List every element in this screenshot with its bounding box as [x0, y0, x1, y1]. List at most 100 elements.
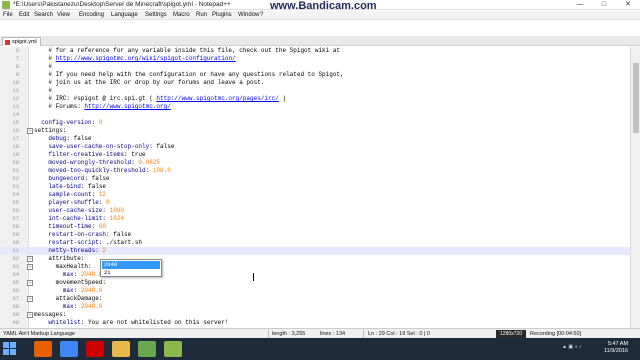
line-number: 40 [12, 319, 19, 326]
url-link[interactable]: http://www.spigotmc.org/pages/irc/ [156, 95, 278, 102]
taskbar-clock[interactable]: 5:47 AM 11/9/2016 [604, 341, 628, 355]
line-code: whitelist: You are not whitelisted on th… [34, 319, 229, 326]
url-link[interactable]: http://www.spigotmc.org/wiki/spigot-conf… [56, 55, 236, 62]
line-number: 29 [12, 231, 19, 238]
line-code: int-cache-limit: 1024 [34, 215, 125, 222]
maximize-button[interactable]: □ [592, 0, 616, 10]
code-line[interactable]: 38 max: 2048.0 [0, 303, 630, 311]
menu-encoding-item[interactable]: Encoding [79, 12, 104, 18]
line-number: 19 [12, 151, 19, 158]
line-number: 25 [12, 199, 19, 206]
record-icon[interactable] [86, 341, 104, 357]
code-line[interactable]: 14 [0, 111, 630, 119]
code-line[interactable]: 22 bungeecord: false [0, 175, 630, 183]
code-line[interactable]: 13 # Forums: http://www.spigotmc.org/ [0, 103, 630, 111]
code-line[interactable]: 12 # IRC: #spigot @ irc.spi.gt ( http://… [0, 95, 630, 103]
line-code: timeout-time: 60 [34, 223, 107, 230]
menu-edit-item[interactable]: Edit [19, 12, 29, 18]
code-line[interactable]: 16 − settings: [0, 127, 630, 135]
autocomplete-option[interactable]: 2048 [102, 261, 160, 269]
menu-file-item[interactable]: File [3, 12, 13, 18]
minimize-button[interactable]: — [568, 0, 592, 10]
line-number: 33 [12, 263, 19, 270]
code-line[interactable]: 9 # If you need help with the configurat… [0, 71, 630, 79]
code-line[interactable]: 20 moved-wrongly-threshold: 0.0625 [0, 159, 630, 167]
url-link[interactable]: http://www.spigotmc.org/ [84, 103, 170, 110]
line-code: filter-creative-items: true [34, 151, 146, 158]
notepad-plus-icon [2, 1, 10, 9]
line-code: player-shuffle: 0 [34, 199, 110, 206]
clock-time: 5:47 AM [607, 341, 629, 347]
code-line[interactable]: 33 − maxHealth: [0, 263, 630, 271]
code-line[interactable]: 19 filter-creative-items: true [0, 151, 630, 159]
code-line[interactable]: 30 restart-script: ./start.sh [0, 239, 630, 247]
line-code: debug: false [34, 135, 92, 142]
code-line[interactable]: 18 save-user-cache-on-stop-only: false [0, 143, 630, 151]
notepad-icon[interactable] [164, 341, 182, 357]
code-line[interactable]: 10 # join us at the IRC or drop by our f… [0, 79, 630, 87]
tray-icons[interactable]: ▲ ▣ ◖ ♪ [562, 344, 581, 350]
code-line[interactable]: 6 # for a reference for any variable ins… [0, 47, 630, 55]
code-line[interactable]: 28 timeout-time: 60 [0, 223, 630, 231]
fold-toggle-icon[interactable]: − [27, 264, 33, 270]
code-line[interactable]: 23 late-bind: false [0, 183, 630, 191]
menu-plugins-item[interactable]: Plugins [212, 12, 232, 18]
line-number: 14 [12, 111, 19, 118]
code-line[interactable]: 34 max: 2048.0 [0, 271, 630, 279]
code-line[interactable]: 37 − attackDamage: [0, 295, 630, 303]
folder-icon[interactable] [112, 341, 130, 357]
code-line[interactable]: 27 int-cache-limit: 1024 [0, 215, 630, 223]
close-button[interactable]: ✕ [616, 0, 640, 10]
status-position: Ln : 29 Col : 19 Sel : 0 | 0 [368, 331, 430, 337]
fold-toggle-icon[interactable]: − [27, 280, 33, 286]
windows-start-icon[interactable] [3, 342, 17, 356]
menu-macro-item[interactable]: Macro [173, 12, 190, 18]
menu-search-item[interactable]: Search [34, 12, 53, 18]
code-line[interactable]: 36 max: 2048.0 [0, 287, 630, 295]
line-number: 17 [12, 135, 19, 142]
menu-settings-item[interactable]: Settings [145, 12, 167, 18]
code-line[interactable]: 25 player-shuffle: 0 [0, 199, 630, 207]
menu-language-item[interactable]: Language [111, 12, 138, 18]
code-line[interactable]: 31 netty-threads: 2 [0, 247, 630, 255]
code-line[interactable]: 24 sample-count: 12 [0, 191, 630, 199]
fold-toggle-icon[interactable]: − [27, 296, 33, 302]
code-line[interactable]: 8 # [0, 63, 630, 71]
code-line[interactable]: 7 # http://www.spigotmc.org/wiki/spigot-… [0, 55, 630, 63]
code-line[interactable]: 21 moved-too-quickly-threshold: 100.0 [0, 167, 630, 175]
code-line[interactable]: 15 config-version: 8 [0, 119, 630, 127]
menu-run-item[interactable]: Run [196, 12, 207, 18]
status-divider [268, 330, 269, 338]
firefox-icon[interactable] [34, 341, 52, 357]
menu-view-item[interactable]: View [57, 12, 70, 18]
code-line[interactable]: 35 − movementSpeed: [0, 279, 630, 287]
vertical-scrollbar[interactable] [630, 47, 640, 328]
scrollbar-thumb[interactable] [633, 63, 639, 133]
menu-window-item[interactable]: Window [238, 12, 259, 18]
code-line[interactable]: 40 whitelist: You are not whitelisted on… [0, 319, 630, 327]
line-number: 11 [12, 87, 19, 94]
code-line[interactable]: 11 # [0, 87, 630, 95]
code-line[interactable]: 26 user-cache-size: 1000 [0, 207, 630, 215]
window-title: *E:\Users\Pakistanezu\Desktop\Server de … [13, 1, 231, 8]
line-number: 39 [12, 311, 19, 318]
line-number: 27 [12, 215, 19, 222]
chrome-icon[interactable] [60, 341, 78, 357]
code-line[interactable]: 32 − attribute: [0, 255, 630, 263]
minecraft-icon[interactable] [138, 341, 156, 357]
line-code: # [34, 63, 53, 70]
tab-spigot-yml[interactable]: spigot.yml [2, 37, 41, 46]
code-line[interactable]: 29 restart-on-crash: false [0, 231, 630, 239]
fold-toggle-icon[interactable]: − [27, 256, 33, 262]
menu-help-item[interactable]: ? [260, 12, 263, 18]
autocomplete-option[interactable]: 21 [102, 269, 160, 277]
mouse-cursor [253, 273, 257, 281]
autocomplete-popup[interactable]: 2048 21 [100, 259, 162, 277]
code-line[interactable]: 39 − messages: [0, 311, 630, 319]
code-editor[interactable]: 6 # for a reference for any variable ins… [0, 47, 630, 328]
fold-toggle-icon[interactable]: − [27, 128, 33, 134]
status-divider [363, 330, 364, 338]
code-line[interactable]: 17 debug: false [0, 135, 630, 143]
line-code: movementSpeed: [34, 279, 107, 286]
fold-toggle-icon[interactable]: − [27, 312, 33, 318]
